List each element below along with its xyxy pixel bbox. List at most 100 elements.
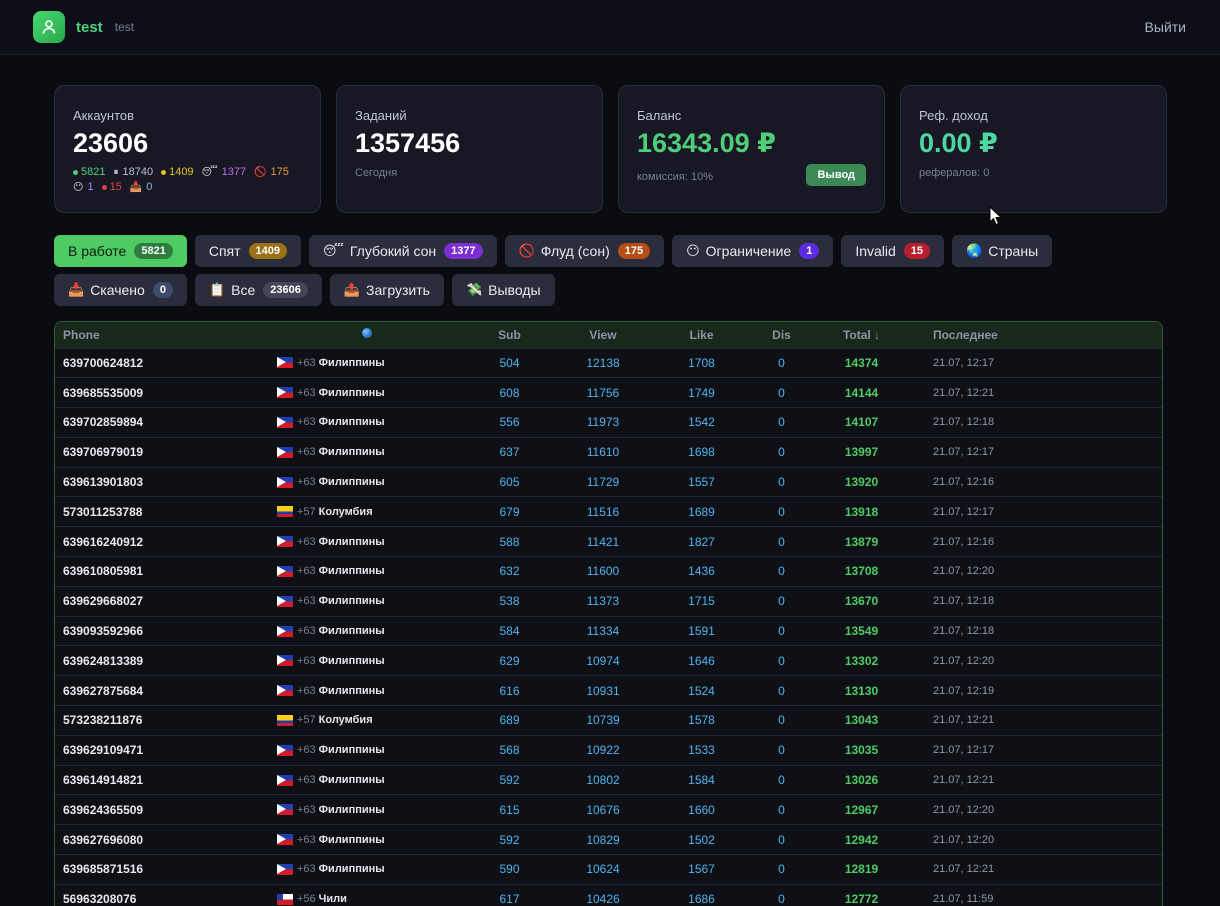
like-cell: 1715 bbox=[644, 585, 759, 617]
table-row[interactable]: 639624365509 +63 Филиппины 615 10676 1660 0 129… bbox=[55, 794, 1162, 825]
sub-cell: 679 bbox=[457, 496, 562, 527]
filter-deep-sleep-button[interactable]: 😴 Глубокий сон 1377 bbox=[309, 235, 497, 267]
total-cell: 12942 bbox=[804, 824, 919, 855]
table-row[interactable]: 639627696080 +63 Филиппины 592 10829 1502 0 129… bbox=[55, 824, 1162, 855]
country-name: Филиппины bbox=[318, 654, 385, 667]
like-cell: 1502 bbox=[644, 824, 759, 855]
total-cell: 13997 bbox=[804, 436, 919, 468]
table-row[interactable]: 639610805981 +63 Филиппины 632 11600 1436 0 137… bbox=[55, 556, 1162, 587]
filter-bar: В работе 5821 Спят 1409 😴 Глубокий сон 1377 🚫 Фл… bbox=[54, 235, 1164, 306]
country-name: Филиппины bbox=[318, 744, 385, 757]
table-row[interactable]: 639614914821 +63 Филиппины 592 10802 1584 0 130… bbox=[55, 764, 1162, 795]
table-row[interactable]: 639629668027 +63 Филиппины 538 11373 1715 0 136… bbox=[55, 585, 1162, 617]
table-row[interactable]: 639624813389 +63 Филиппины 629 10974 1646 0 133… bbox=[55, 645, 1162, 676]
country-name: Филиппины bbox=[318, 863, 385, 876]
withdraw-button[interactable]: Вывод bbox=[806, 164, 866, 186]
like-cell: 1686 bbox=[644, 883, 759, 906]
phone-cell[interactable]: 56963208076 bbox=[55, 883, 277, 906]
col-phone[interactable]: Phone bbox=[55, 322, 277, 348]
phone-cell[interactable]: 639624365509 bbox=[55, 794, 277, 825]
filter-withdrawals-button[interactable]: 💸 Выводы bbox=[451, 274, 555, 306]
like-cell: 1646 bbox=[644, 645, 759, 676]
filter-downloaded-button[interactable]: 📥 Скачено 0 bbox=[54, 274, 187, 306]
table-row[interactable]: 56963208076 +56 Чили 617 10426 1686 0 12772 21.0… bbox=[55, 883, 1162, 906]
filter-upload-button[interactable]: 📤 Загрузить bbox=[329, 274, 444, 306]
last-activity-cell: 21.07, 12:18 bbox=[919, 407, 1162, 438]
table-row[interactable]: 639093592966 +63 Филиппины 584 11334 1591 0 135… bbox=[55, 615, 1162, 646]
total-cell: 13879 bbox=[804, 526, 919, 557]
col-country[interactable] bbox=[277, 322, 457, 348]
dis-cell: 0 bbox=[759, 883, 804, 906]
filter-in-work-button[interactable]: В работе 5821 bbox=[54, 235, 187, 267]
last-activity-cell: 21.07, 12:16 bbox=[919, 466, 1162, 497]
table-row[interactable]: 639700624812 +63 Филиппины 504 12138 1708 0 143… bbox=[55, 347, 1162, 378]
col-like[interactable]: Like bbox=[644, 322, 759, 348]
phone-cell[interactable]: 639629109471 bbox=[55, 734, 277, 766]
phone-cell[interactable]: 639624813389 bbox=[55, 645, 277, 676]
table-row[interactable]: 639702859894 +63 Филиппины 556 11973 1542 0 141… bbox=[55, 407, 1162, 438]
country-name: Филиппины bbox=[318, 416, 385, 429]
country-code: +63 bbox=[297, 386, 316, 399]
dis-cell: 0 bbox=[759, 407, 804, 438]
phone-cell[interactable]: 639613901803 bbox=[55, 466, 277, 497]
dis-cell: 0 bbox=[759, 436, 804, 468]
col-dis[interactable]: Dis bbox=[759, 322, 804, 348]
phone-cell[interactable]: 639614914821 bbox=[55, 764, 277, 795]
legend-item: 15 bbox=[101, 181, 122, 193]
phone-cell[interactable]: 639093592966 bbox=[55, 615, 277, 646]
view-cell: 10802 bbox=[562, 764, 644, 795]
filter-label: Все bbox=[231, 282, 256, 298]
filter-all-button[interactable]: 📋 Все 23606 bbox=[194, 274, 322, 306]
user-avatar[interactable] bbox=[33, 11, 65, 43]
table-row[interactable]: 573238211876 +57 Колумбия 689 10739 1578 0 1304… bbox=[55, 705, 1162, 736]
view-cell: 11973 bbox=[562, 407, 644, 438]
phone-cell[interactable]: 639629668027 bbox=[55, 585, 277, 617]
col-view[interactable]: View bbox=[562, 322, 644, 348]
co-flag-icon bbox=[277, 506, 293, 518]
phone-cell[interactable]: 573011253788 bbox=[55, 496, 277, 527]
filter-countries-button[interactable]: 🌏 Страны bbox=[952, 235, 1053, 267]
phone-cell[interactable]: 639702859894 bbox=[55, 407, 277, 438]
last-activity-cell: 21.07, 12:20 bbox=[919, 556, 1162, 587]
table-row[interactable]: 639685535009 +63 Филиппины 608 11756 1749 0 141… bbox=[55, 377, 1162, 408]
phone-cell[interactable]: 573238211876 bbox=[55, 705, 277, 736]
table-row[interactable]: 639613901803 +63 Филиппины 605 11729 1557 0 139… bbox=[55, 466, 1162, 497]
count-badge: 1 bbox=[799, 243, 820, 259]
filter-sleeping-button[interactable]: Спят 1409 bbox=[194, 235, 301, 267]
accounts-card-value: 23606 bbox=[73, 128, 149, 158]
table-row[interactable]: 639629109471 +63 Филиппины 568 10922 1533 0 130… bbox=[55, 734, 1162, 766]
ph-flag-icon bbox=[277, 387, 293, 399]
phone-cell[interactable]: 639616240912 bbox=[55, 526, 277, 557]
dis-cell: 0 bbox=[759, 496, 804, 527]
filter-invalid-button[interactable]: Invalid 15 bbox=[841, 235, 945, 267]
col-sub[interactable]: Sub bbox=[457, 322, 562, 348]
phone-cell[interactable]: 639700624812 bbox=[55, 347, 277, 378]
col-total[interactable]: Total ↓ bbox=[804, 322, 919, 348]
phone-cell[interactable]: 639627696080 bbox=[55, 824, 277, 855]
sub-cell: 617 bbox=[457, 883, 562, 906]
table-row[interactable]: 639685871516 +63 Филиппины 590 10624 1567 0 128… bbox=[55, 854, 1162, 885]
phone-cell[interactable]: 639610805981 bbox=[55, 556, 277, 587]
table-row[interactable]: 573011253788 +57 Колумбия 679 11516 1689 0 1391… bbox=[55, 496, 1162, 527]
ph-flag-icon bbox=[277, 804, 293, 816]
sub-cell: 588 bbox=[457, 526, 562, 557]
table-row[interactable]: 639627875684 +63 Филиппины 616 10931 1524 0 131… bbox=[55, 675, 1162, 706]
country-code: +63 bbox=[297, 446, 316, 459]
filter-flood-button[interactable]: 🚫 Флуд (сон) 175 bbox=[504, 235, 665, 267]
last-activity-cell: 21.07, 12:18 bbox=[919, 615, 1162, 646]
phone-cell[interactable]: 639706979019 bbox=[55, 436, 277, 468]
phone-cell[interactable]: 639685535009 bbox=[55, 377, 277, 408]
like-cell: 1749 bbox=[644, 377, 759, 408]
phone-cell[interactable]: 639685871516 bbox=[55, 854, 277, 885]
filter-restriction-button[interactable]: 😶 Ограничение 1 bbox=[672, 235, 834, 267]
last-activity-cell: 21.07, 12:21 bbox=[919, 764, 1162, 795]
table-row[interactable]: 639706979019 +63 Филиппины 637 11610 1698 0 139… bbox=[55, 436, 1162, 468]
table-row[interactable]: 639616240912 +63 Филиппины 588 11421 1827 0 138… bbox=[55, 526, 1162, 557]
col-last[interactable]: Последнее bbox=[919, 322, 1162, 348]
total-cell: 13918 bbox=[804, 496, 919, 527]
phone-cell[interactable]: 639627875684 bbox=[55, 675, 277, 706]
count-badge: 0 bbox=[152, 282, 173, 298]
logout-link[interactable]: Выйти bbox=[1145, 19, 1186, 35]
legend-count: 18740 bbox=[122, 166, 154, 178]
country-code: +63 bbox=[297, 684, 316, 697]
